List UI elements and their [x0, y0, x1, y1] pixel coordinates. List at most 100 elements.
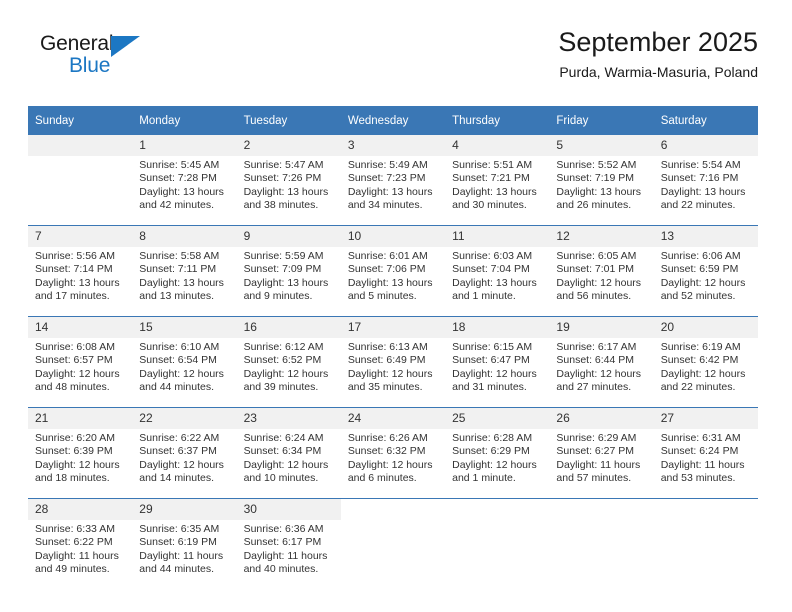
calendar-week-row: 14 Sunrise: 6:08 AM Sunset: 6:57 PM Dayligh… — [28, 316, 758, 408]
daylight-text-line2: and 1 minute. — [452, 290, 516, 303]
day-number — [28, 135, 133, 156]
day-details: Sunrise: 5:59 AM Sunset: 7:09 PM Daylight:… — [237, 247, 341, 304]
calendar-empty-cell — [653, 498, 758, 589]
daylight-text-line1: Daylight: 12 hours — [660, 276, 746, 289]
daylight-text-line2: and 44 minutes. — [139, 381, 214, 394]
day-details: Sunrise: 6:05 AM Sunset: 7:01 PM Daylight:… — [549, 247, 653, 304]
calendar-table: Sunday Monday Tuesday Wednesday Thursday… — [28, 106, 758, 589]
day-number — [549, 499, 653, 520]
daylight-text-line1: Daylight: 12 hours — [347, 458, 433, 471]
calendar-day-cell[interactable]: 9 Sunrise: 5:59 AM Sunset: 7:09 PM Daylight… — [236, 225, 341, 317]
day-details: Sunrise: 6:35 AM Sunset: 6:19 PM Daylight:… — [132, 520, 236, 577]
daylight-text-line1: Daylight: 13 hours — [452, 276, 537, 289]
calendar-empty-cell — [340, 498, 446, 589]
daylight-text-line1: Daylight: 12 hours — [139, 458, 224, 471]
day-number: 15 — [132, 317, 237, 338]
weekday-header-monday: Monday — [132, 106, 237, 135]
daylight-text-line2: and 27 minutes. — [556, 381, 632, 394]
calendar-day-cell[interactable]: 21 Sunrise: 6:20 AM Sunset: 6:39 PM Dayligh… — [28, 407, 133, 499]
sunrise-text: Sunrise: 6:29 AM — [556, 432, 637, 444]
weekday-header-tuesday: Tuesday — [236, 106, 341, 135]
calendar-day-cell[interactable]: 8 Sunrise: 5:58 AM Sunset: 7:11 PM Daylight… — [132, 225, 237, 317]
day-details: Sunrise: 6:17 AM Sunset: 6:44 PM Daylight:… — [549, 338, 653, 395]
sunrise-text: Sunrise: 6:10 AM — [139, 341, 220, 353]
day-number: 1 — [132, 135, 237, 156]
daylight-text-line1: Daylight: 12 hours — [243, 367, 329, 380]
daylight-text-line1: Daylight: 13 hours — [452, 185, 537, 198]
daylight-text-line2: and 48 minutes. — [35, 381, 110, 394]
sunset-text: Sunset: 6:34 PM — [243, 445, 322, 458]
day-number: 19 — [549, 317, 654, 338]
calendar-day-cell[interactable]: 7 Sunrise: 5:56 AM Sunset: 7:14 PM Daylight… — [28, 225, 133, 317]
day-details: Sunrise: 6:08 AM Sunset: 6:57 PM Daylight:… — [28, 338, 132, 395]
day-number: 25 — [445, 408, 550, 429]
calendar-day-cell[interactable]: 16 Sunrise: 6:12 AM Sunset: 6:52 PM Dayligh… — [236, 316, 341, 408]
calendar-day-cell[interactable]: 30 Sunrise: 6:36 AM Sunset: 6:17 PM Dayligh… — [236, 498, 341, 589]
daylight-text-line1: Daylight: 12 hours — [452, 458, 537, 471]
day-number: 5 — [549, 135, 654, 156]
weekday-header-saturday: Saturday — [653, 106, 758, 135]
calendar-day-cell[interactable]: 28 Sunrise: 6:33 AM Sunset: 6:22 PM Dayligh… — [28, 498, 133, 589]
sunrise-text: Sunrise: 6:01 AM — [347, 250, 428, 262]
calendar-day-cell[interactable]: 24 Sunrise: 6:26 AM Sunset: 6:32 PM Dayligh… — [340, 407, 446, 499]
calendar-day-cell[interactable]: 19 Sunrise: 6:17 AM Sunset: 6:44 PM Dayligh… — [549, 316, 654, 408]
calendar-empty-cell — [549, 498, 654, 589]
day-number: 13 — [653, 226, 758, 247]
calendar-page: General Blue September 2025 Purda, Warmi… — [0, 0, 792, 612]
daylight-text-line2: and 31 minutes. — [452, 381, 527, 394]
calendar-day-cell[interactable]: 25 Sunrise: 6:28 AM Sunset: 6:29 PM Dayligh… — [445, 407, 550, 499]
daylight-text-line2: and 30 minutes. — [452, 199, 527, 212]
day-details: Sunrise: 6:28 AM Sunset: 6:29 PM Daylight:… — [445, 429, 549, 486]
sunset-text: Sunset: 6:27 PM — [556, 445, 635, 458]
day-details: Sunrise: 5:56 AM Sunset: 7:14 PM Daylight:… — [28, 247, 132, 304]
calendar-day-cell[interactable]: 1 Sunrise: 5:45 AM Sunset: 7:28 PM Daylight… — [132, 135, 237, 226]
day-number — [341, 499, 445, 520]
brand-name-blue: Blue — [69, 54, 111, 77]
calendar-day-cell[interactable]: 5 Sunrise: 5:52 AM Sunset: 7:19 PM Daylight… — [549, 135, 654, 226]
calendar-day-cell[interactable]: 29 Sunrise: 6:35 AM Sunset: 6:19 PM Dayligh… — [132, 498, 237, 589]
daylight-text-line1: Daylight: 11 hours — [243, 549, 328, 562]
daylight-text-line2: and 6 minutes. — [347, 472, 417, 485]
calendar-day-cell[interactable]: 6 Sunrise: 5:54 AM Sunset: 7:16 PM Daylight… — [653, 135, 758, 226]
sunrise-text: Sunrise: 6:06 AM — [660, 250, 741, 262]
calendar-day-cell[interactable]: 2 Sunrise: 5:47 AM Sunset: 7:26 PM Daylight… — [236, 135, 341, 226]
calendar-day-cell[interactable]: 10 Sunrise: 6:01 AM Sunset: 7:06 PM Dayligh… — [340, 225, 446, 317]
calendar-day-cell[interactable]: 15 Sunrise: 6:10 AM Sunset: 6:54 PM Dayligh… — [132, 316, 237, 408]
calendar-day-cell[interactable]: 20 Sunrise: 6:19 AM Sunset: 6:42 PM Dayligh… — [653, 316, 758, 408]
calendar-day-cell[interactable]: 4 Sunrise: 5:51 AM Sunset: 7:21 PM Daylight… — [445, 135, 550, 226]
calendar-day-cell[interactable]: 11 Sunrise: 6:03 AM Sunset: 7:04 PM Dayligh… — [445, 225, 550, 317]
daylight-text-line1: Daylight: 13 hours — [347, 185, 433, 198]
calendar-day-cell[interactable]: 23 Sunrise: 6:24 AM Sunset: 6:34 PM Dayligh… — [236, 407, 341, 499]
day-details: Sunrise: 5:45 AM Sunset: 7:28 PM Daylight:… — [132, 156, 236, 213]
day-details: Sunrise: 5:51 AM Sunset: 7:21 PM Daylight:… — [445, 156, 549, 213]
daylight-text-line2: and 13 minutes. — [139, 290, 214, 303]
sunrise-text: Sunrise: 6:12 AM — [243, 341, 324, 353]
sunset-text: Sunset: 7:14 PM — [35, 263, 113, 276]
daylight-text-line1: Daylight: 13 hours — [243, 185, 329, 198]
calendar-day-cell[interactable]: 18 Sunrise: 6:15 AM Sunset: 6:47 PM Dayligh… — [445, 316, 550, 408]
day-details: Sunrise: 6:24 AM Sunset: 6:34 PM Daylight:… — [237, 429, 341, 486]
calendar-day-cell[interactable]: 3 Sunrise: 5:49 AM Sunset: 7:23 PM Daylight… — [340, 135, 446, 226]
day-number: 20 — [653, 317, 758, 338]
day-details: Sunrise: 6:01 AM Sunset: 7:06 PM Daylight:… — [341, 247, 445, 304]
day-details: Sunrise: 6:36 AM Sunset: 6:17 PM Daylight:… — [237, 520, 341, 577]
calendar-day-cell[interactable]: 17 Sunrise: 6:13 AM Sunset: 6:49 PM Dayligh… — [340, 316, 446, 408]
calendar-week-row: 28 Sunrise: 6:33 AM Sunset: 6:22 PM Dayligh… — [28, 498, 758, 589]
calendar-day-cell[interactable]: 22 Sunrise: 6:22 AM Sunset: 6:37 PM Dayligh… — [132, 407, 237, 499]
calendar-day-cell[interactable]: 26 Sunrise: 6:29 AM Sunset: 6:27 PM Dayligh… — [549, 407, 654, 499]
day-number: 27 — [653, 408, 758, 429]
daylight-text-line2: and 52 minutes. — [660, 290, 736, 303]
sunrise-text: Sunrise: 6:26 AM — [347, 432, 428, 444]
day-number: 30 — [236, 499, 341, 520]
sunset-text: Sunset: 6:59 PM — [660, 263, 739, 276]
calendar-day-cell[interactable]: 12 Sunrise: 6:05 AM Sunset: 7:01 PM Dayligh… — [549, 225, 654, 317]
calendar-day-cell[interactable]: 13 Sunrise: 6:06 AM Sunset: 6:59 PM Dayligh… — [653, 225, 758, 317]
day-number: 22 — [132, 408, 237, 429]
day-details: Sunrise: 6:31 AM Sunset: 6:24 PM Daylight:… — [654, 429, 758, 486]
sunset-text: Sunset: 6:54 PM — [139, 354, 217, 367]
calendar-day-cell[interactable]: 27 Sunrise: 6:31 AM Sunset: 6:24 PM Dayligh… — [653, 407, 758, 499]
calendar-day-cell[interactable]: 14 Sunrise: 6:08 AM Sunset: 6:57 PM Dayligh… — [28, 316, 133, 408]
brand-logo[interactable]: General Blue — [40, 32, 180, 88]
sunrise-text: Sunrise: 6:19 AM — [660, 341, 741, 353]
daylight-text-line2: and 1 minute. — [452, 472, 516, 485]
